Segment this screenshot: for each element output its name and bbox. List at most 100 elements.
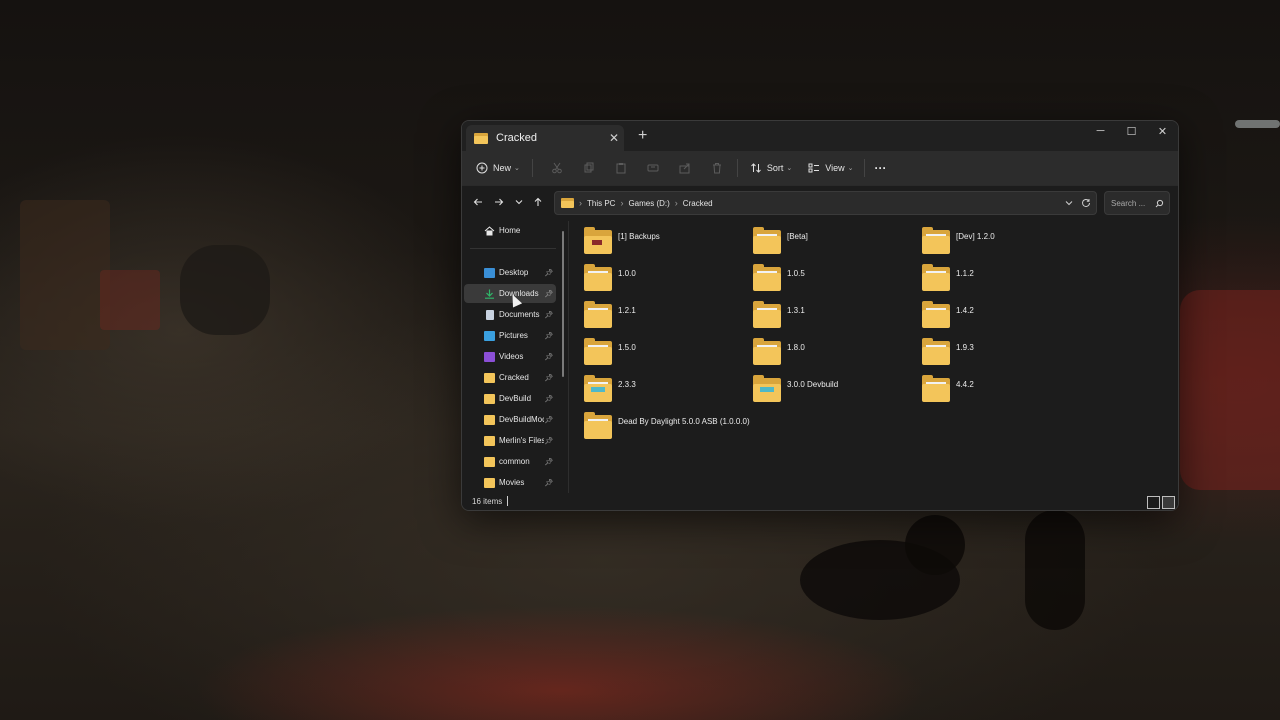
delete-icon[interactable] [709,160,725,176]
sidebar-scrollbar[interactable] [562,231,564,377]
sidebar-item-home[interactable]: Home [464,221,556,240]
share-icon[interactable] [677,160,693,176]
folder-item[interactable]: 1.3.1 [753,301,805,328]
new-tab-button[interactable]: + [638,127,647,145]
folder-name: 4.4.2 [956,380,974,389]
close-window-button[interactable]: ✕ [1147,125,1178,143]
toolbar-divider [736,159,738,177]
folder-icon [753,375,781,402]
folder-item[interactable]: 1.1.2 [922,264,974,291]
pin-icon[interactable]: 📌︎ [544,269,554,277]
pin-icon[interactable]: 📌︎ [544,332,554,340]
sidebar-item-cracked[interactable]: Cracked 📌︎ [464,368,556,387]
pin-icon[interactable]: 📌︎ [544,353,554,361]
folder-item[interactable]: 1.9.3 [922,338,974,365]
search-box[interactable] [1104,191,1170,215]
address-bar[interactable]: › This PC › Games (D:) › Cracked [554,191,1097,215]
tab-title: Cracked [496,132,537,144]
pin-icon[interactable]: 📌︎ [544,290,554,298]
pin-icon[interactable]: 📌︎ [544,479,554,487]
copy-icon[interactable] [581,160,597,176]
folder-item[interactable]: 1.0.0 [584,264,636,291]
sidebar-item-devbuild[interactable]: DevBuild 📌︎ [464,389,556,408]
sidebar-item-merlins-files[interactable]: Merlin's Files 📌︎ [464,431,556,450]
folder-item[interactable]: 3.0.0 Devbuild [753,375,839,402]
folder-name: 2.3.3 [618,380,636,389]
pane-divider [568,221,569,493]
pin-icon[interactable]: 📌︎ [544,395,554,403]
forward-arrow-icon[interactable] [491,194,507,210]
folder-item[interactable]: [Beta] [753,227,808,254]
close-tab-icon[interactable]: ✕ [604,131,624,145]
tab-cracked[interactable]: Cracked ✕ [466,125,624,151]
sidebar-divider [470,248,556,249]
recent-dropdown-icon[interactable] [511,194,527,210]
maximize-button[interactable]: ☐ [1116,125,1147,143]
sidebar-item-label: Desktop [499,268,529,277]
view-button[interactable]: View ⌄ [806,160,854,176]
address-dropdown-icon[interactable] [1062,199,1076,207]
folder-icon [484,456,495,467]
breadcrumb-games-drive[interactable]: Games (D:) [628,199,669,208]
details-view-icon[interactable] [1147,496,1160,509]
chevron-down-icon: ⌄ [847,165,854,172]
refresh-icon[interactable] [1076,198,1096,208]
sidebar-item-movies[interactable]: Movies 📌︎ [464,473,556,492]
folder-item[interactable]: 2.3.3 [584,375,636,402]
folder-item[interactable]: [1] Backups [584,227,660,254]
desktop-icon [484,267,495,278]
folder-item[interactable]: 4.4.2 [922,375,974,402]
folder-icon [584,227,612,254]
sidebar-item-label: Merlin's Files [499,436,544,445]
pin-icon[interactable]: 📌︎ [544,311,554,319]
folder-icon [922,301,950,328]
folder-item[interactable]: 1.5.0 [584,338,636,365]
folder-icon [584,412,612,439]
more-options-button[interactable]: ··· [875,161,887,175]
item-count: 16 items [472,497,503,506]
breadcrumb-this-pc[interactable]: This PC [587,199,615,208]
sidebar-item-videos[interactable]: Videos 📌︎ [464,347,556,366]
breadcrumb-cracked[interactable]: Cracked [683,199,713,208]
folder-name: 1.2.1 [618,306,636,315]
breadcrumb-chevron-icon: › [620,198,624,208]
folder-item[interactable]: 1.0.5 [753,264,805,291]
folder-item[interactable]: 1.8.0 [753,338,805,365]
sidebar-item-label: Cracked [499,373,529,382]
sidebar-item-label: Pictures [499,331,528,340]
sidebar-item-common[interactable]: common 📌︎ [464,452,556,471]
folder-name: 3.0.0 Devbuild [787,380,839,389]
document-icon [486,309,494,320]
pin-icon[interactable]: 📌︎ [544,437,554,445]
breadcrumb-chevron-icon: › [674,198,678,208]
paste-icon[interactable] [613,160,629,176]
pin-icon[interactable]: 📌︎ [544,374,554,382]
rename-icon[interactable] [645,160,661,176]
folder-icon [753,301,781,328]
sidebar-item-label: Documents [499,310,540,319]
new-button[interactable]: New ⌄ [474,160,520,176]
folder-name: [Dev] 1.2.0 [956,232,995,241]
back-arrow-icon[interactable] [470,194,486,210]
folder-icon [753,227,781,254]
sidebar-item-desktop[interactable]: Desktop 📌︎ [464,263,556,282]
sidebar-item-pictures[interactable]: Pictures 📌︎ [464,326,556,345]
folder-item[interactable]: Dead By Daylight 5.0.0 ASB (1.0.0.0) [584,412,750,439]
folder-icon [584,301,612,328]
pin-icon[interactable]: 📌︎ [544,416,554,424]
up-arrow-icon[interactable] [530,194,546,210]
minimize-button[interactable]: ─ [1085,125,1116,143]
folder-name: 1.0.0 [618,269,636,278]
pin-icon[interactable]: 📌︎ [544,458,554,466]
sort-button[interactable]: Sort ⌄ [748,160,792,176]
large-icons-view-icon[interactable] [1162,496,1175,509]
cut-icon[interactable] [549,160,565,176]
search-input[interactable] [1111,198,1155,208]
folder-icon [753,338,781,365]
sidebar-item-documents[interactable]: Documents 📌︎ [464,305,556,324]
folder-item[interactable]: 1.4.2 [922,301,974,328]
sidebar-item-devbuildmod[interactable]: DevBuildMod 📌︎ [464,410,556,429]
folder-item[interactable]: [Dev] 1.2.0 [922,227,995,254]
folder-item[interactable]: 1.2.1 [584,301,636,328]
folder-name: Dead By Daylight 5.0.0 ASB (1.0.0.0) [618,417,750,426]
